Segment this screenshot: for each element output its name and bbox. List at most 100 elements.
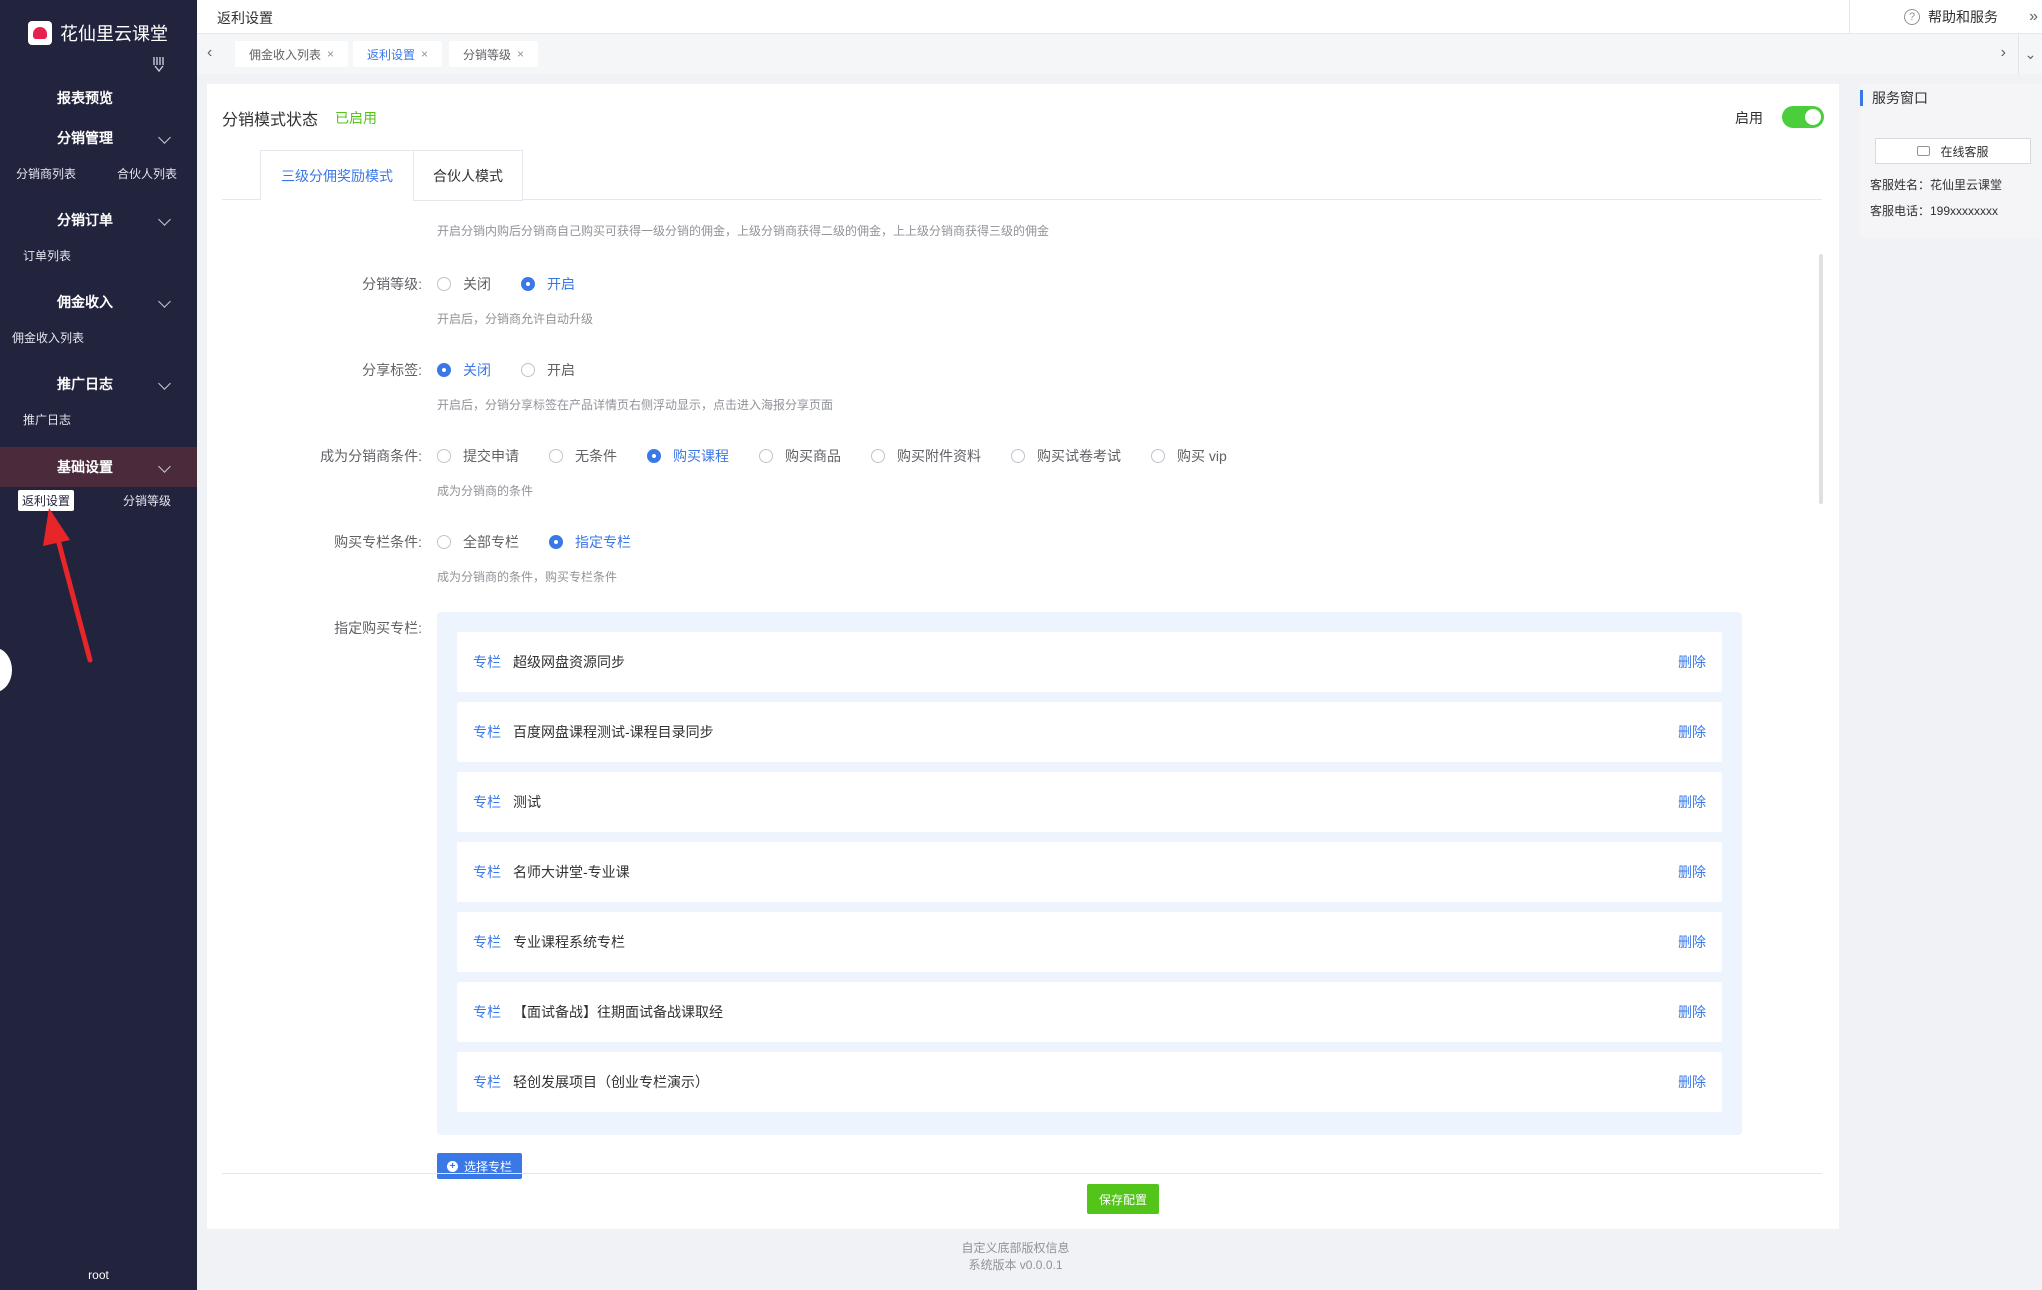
logo[interactable]: 花仙里云课堂 [28,20,168,46]
question-circle-icon: ? [1904,9,1920,25]
radio-condition-goods[interactable]: 购买商品 [759,446,841,466]
delete-link[interactable]: 删除 [1678,792,1706,812]
radio-condition-apply[interactable]: 提交申请 [437,446,519,466]
sidebar-item-commission-list[interactable]: 佣金收入列表 [8,327,88,348]
sidebar-group-label: 佣金收入 [57,294,113,310]
enable-label: 启用 [1735,110,1763,126]
column-name: 超级网盘资源同步 [513,654,625,670]
radio-condition-none[interactable]: 无条件 [549,446,617,466]
radio-label: 购买 vip [1177,448,1227,464]
enable-toggle[interactable] [1782,106,1824,128]
chevron-down-icon [158,131,171,144]
radio-label: 提交申请 [463,448,519,464]
tabs-scroll-right-icon[interactable]: › [2001,44,2006,62]
column-name: 专业课程系统专栏 [513,934,625,950]
column-tag: 专栏 [473,794,501,810]
tab-partner-mode[interactable]: 合伙人模式 [413,150,523,201]
tabs-scroll-left-icon[interactable]: ‹ [207,44,212,62]
sidebar-collapse-icon[interactable] [152,56,166,72]
online-service-button[interactable]: 在线客服 [1875,138,2031,164]
sidebar-item-report[interactable]: 报表预览 [0,79,197,117]
radio-label: 购买课程 [673,448,729,464]
radio-share-off[interactable]: 关闭 [437,360,491,380]
sidebar-item-partner-list[interactable]: 合伙人列表 [113,163,181,184]
delete-link[interactable]: 删除 [1678,1072,1706,1092]
radio-condition-attachment[interactable]: 购买附件资料 [871,446,981,466]
delete-link[interactable]: 删除 [1678,932,1706,952]
radio-label: 购买商品 [785,448,841,464]
delete-link[interactable]: 删除 [1678,652,1706,672]
sidebar-item-promotion-log[interactable]: 推广日志 [19,409,75,430]
form-scrollbar[interactable] [1819,254,1823,504]
radio-circle [1151,449,1165,463]
tabs-bar: ‹ 佣金收入列表 × 返利设置 × 分销等级 × › ⌄ [197,34,2042,74]
radio-circle [437,363,451,377]
radio-condition-exam[interactable]: 购买试卷考试 [1011,446,1121,466]
delete-link[interactable]: 删除 [1678,722,1706,742]
sidebar-item-distribution-level[interactable]: 分销等级 [119,490,175,511]
list-item: 专栏 【面试备战】往期面试备战课取经 删除 [457,982,1722,1042]
radio-label: 全部专栏 [463,534,519,550]
column-name: 【面试备战】往期面试备战课取经 [513,1004,723,1020]
close-icon[interactable]: × [517,47,524,61]
radio-circle [871,449,885,463]
sidebar-group-promotion-log[interactable]: 推广日志 [0,365,197,403]
sidebar-group-orders[interactable]: 分销订单 [0,201,197,239]
share-label: 分享标签: [362,362,422,378]
service-panel: 服务窗口 在线客服 客服姓名：花仙里云课堂 客服电话：199xxxxxxxx [1860,84,2042,238]
version-text: 系统版本 v0.0.0.1 [968,1258,1063,1272]
radio-condition-course[interactable]: 购买课程 [647,446,729,466]
radio-condition-vip[interactable]: 购买 vip [1151,446,1227,466]
column-name: 测试 [513,794,541,810]
close-icon[interactable]: × [327,47,334,61]
tab-commission-list[interactable]: 佣金收入列表 × [235,41,349,67]
sidebar-group-distribution[interactable]: 分销管理 [0,119,197,157]
sidebar-group-basic-settings[interactable]: 基础设置 [0,447,197,487]
radio-column-all[interactable]: 全部专栏 [437,532,519,552]
logo-icon [28,21,52,45]
top-header: 返利设置 ? 帮助和服务 » [197,0,2042,34]
tab-label: 分销等级 [463,47,512,62]
chevron-down-icon [158,460,171,473]
tab-label: 返利设置 [367,47,416,62]
delete-link[interactable]: 删除 [1678,862,1706,882]
sidebar-group-commission[interactable]: 佣金收入 [0,283,197,321]
save-config-button[interactable]: 保存配置 [1087,1184,1159,1214]
double-chevron-right-icon[interactable]: » [2029,8,2038,26]
tab-rebate-settings[interactable]: 返利设置 × [353,41,443,67]
page-footer: 自定义底部版权信息 系统版本 v0.0.0.1 [197,1240,1834,1274]
radio-circle [437,277,451,291]
radio-label: 无条件 [575,448,617,464]
service-name: 客服姓名：花仙里云课堂 [1870,178,2003,192]
radio-label: 购买试卷考试 [1037,448,1121,464]
column-name: 名师大讲堂-专业课 [513,864,630,880]
current-user[interactable]: root [0,1268,197,1282]
radio-label: 关闭 [463,362,491,378]
radio-share-on[interactable]: 开启 [521,360,575,380]
sidebar-group-label: 分销管理 [57,130,113,146]
help-service-label: 帮助和服务 [1928,9,1998,25]
tabs-menu-chevron-down-icon[interactable]: ⌄ [2018,34,2042,74]
help-service-button[interactable]: ? 帮助和服务 [1849,0,2042,34]
radio-label: 开启 [547,362,575,378]
radio-circle [437,535,451,549]
column-name: 轻创发展项目（创业专栏演示） [513,1074,709,1090]
select-column-button[interactable]: + 选择专栏 [437,1153,523,1179]
radio-circle [1011,449,1025,463]
radio-label: 关闭 [463,276,491,292]
delete-link[interactable]: 删除 [1678,1002,1706,1022]
tab-three-level-mode[interactable]: 三级分佣奖励模式 [260,150,414,201]
sidebar-item-distributor-list[interactable]: 分销商列表 [12,163,80,184]
column-tag: 专栏 [473,1004,501,1020]
close-icon[interactable]: × [421,47,428,61]
radio-label: 指定专栏 [575,534,631,550]
condition-hint: 成为分销商的条件 [437,484,534,498]
radio-level-on[interactable]: 开启 [521,274,575,294]
chat-icon [1917,146,1931,156]
sidebar-item-order-list[interactable]: 订单列表 [19,245,75,266]
tab-distribution-level[interactable]: 分销等级 × [449,41,539,67]
divider [222,1173,1822,1174]
radio-column-specified[interactable]: 指定专栏 [549,532,631,552]
radio-level-off[interactable]: 关闭 [437,274,491,294]
column-tag: 专栏 [473,1074,501,1090]
